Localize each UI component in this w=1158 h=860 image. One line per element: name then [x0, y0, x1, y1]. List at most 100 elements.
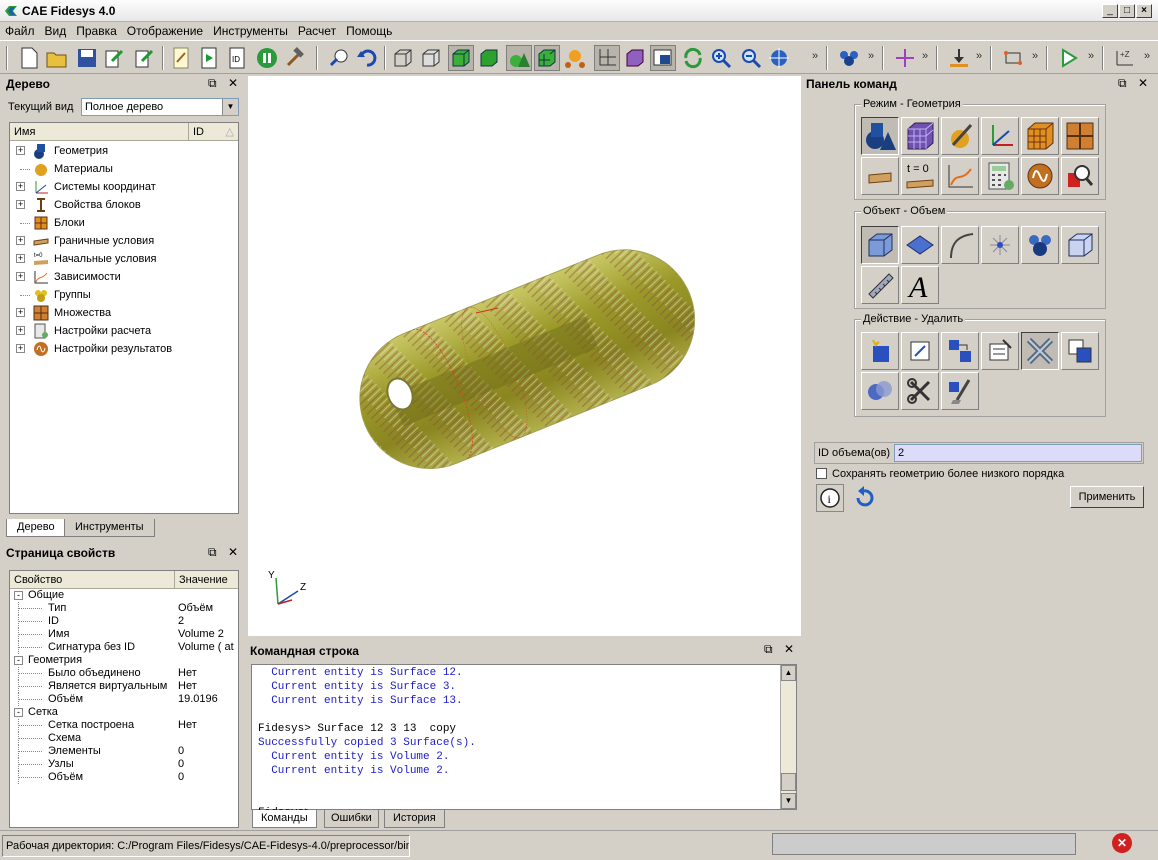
maximize-button[interactable]: □: [1119, 4, 1135, 18]
collapse-icon[interactable]: -: [14, 656, 23, 665]
hammer-icon[interactable]: [282, 45, 308, 71]
menu-calc[interactable]: Расчет: [293, 22, 341, 38]
object-group-icon[interactable]: [1021, 226, 1059, 264]
expand-icon[interactable]: +: [16, 272, 25, 281]
props-col-value[interactable]: Значение: [174, 571, 238, 589]
action-boolean-icon[interactable]: [861, 372, 899, 410]
tree-item[interactable]: + t=0 Начальные условия: [10, 250, 238, 268]
fit-view-icon[interactable]: [766, 45, 792, 71]
menu-help[interactable]: Помощь: [341, 22, 397, 38]
mode-boundary-icon[interactable]: [861, 157, 899, 195]
tree-item[interactable]: + Множества: [10, 304, 238, 322]
mode-initial-icon[interactable]: t = 0: [901, 157, 939, 195]
property-row[interactable]: Объём 19.0196: [10, 693, 238, 706]
run-calc-icon[interactable]: [1056, 45, 1082, 71]
cmd-close-button[interactable]: ✕: [784, 642, 794, 656]
zoom-in-icon[interactable]: [708, 45, 734, 71]
tree-item[interactable]: + Системы координат: [10, 178, 238, 196]
minimize-button[interactable]: _: [1102, 4, 1118, 18]
action-transform-icon[interactable]: [941, 332, 979, 370]
property-row[interactable]: Схема: [10, 732, 238, 745]
load-icon[interactable]: [946, 45, 972, 71]
reset-icon[interactable]: [852, 486, 876, 510]
rotate-icon[interactable]: [680, 45, 706, 71]
mesh-visibility-icon[interactable]: [534, 45, 560, 71]
object-vertex-icon[interactable]: [981, 226, 1019, 264]
run-script-icon[interactable]: [196, 45, 222, 71]
tree-float-button[interactable]: ⧉: [208, 76, 217, 91]
shaded-cube-icon[interactable]: [448, 45, 474, 71]
tree-item[interactable]: + Настройки расчета: [10, 322, 238, 340]
geometry-visibility-icon[interactable]: [506, 45, 532, 71]
cmd-scrollbar[interactable]: ▲ ▼: [780, 665, 796, 809]
property-row[interactable]: - Геометрия: [10, 654, 238, 667]
props-float-button[interactable]: ⧉: [208, 545, 217, 560]
tree-item[interactable]: + Геометрия: [10, 142, 238, 160]
property-row[interactable]: - Общие: [10, 589, 238, 602]
pause-icon[interactable]: [254, 45, 280, 71]
axes-z-icon[interactable]: +Z: [1112, 45, 1138, 71]
menu-display[interactable]: Отображение: [122, 22, 208, 38]
expand-icon[interactable]: +: [16, 200, 25, 209]
expand-icon[interactable]: +: [16, 308, 25, 317]
purple-box-icon[interactable]: [622, 45, 648, 71]
object-surface-icon[interactable]: [901, 226, 939, 264]
tree-item[interactable]: Блоки: [10, 214, 238, 232]
wireframe-cube-icon[interactable]: [390, 45, 416, 71]
tab-commands[interactable]: Команды: [252, 810, 317, 828]
stop-icon[interactable]: ✕: [1112, 833, 1132, 853]
mode-material-icon[interactable]: [941, 117, 979, 155]
expand-icon[interactable]: +: [16, 182, 25, 191]
tab-errors[interactable]: Ошибки: [324, 810, 379, 828]
action-delete-icon[interactable]: [1021, 332, 1059, 370]
menu-edit[interactable]: Правка: [71, 22, 122, 38]
edit-script-icon[interactable]: [168, 45, 194, 71]
keep-geometry-checkbox[interactable]: [816, 468, 827, 479]
action-modify-icon[interactable]: [901, 332, 939, 370]
property-row[interactable]: Имя Volume 2: [10, 628, 238, 641]
command-output[interactable]: Current entity is Surface 12. Current en…: [251, 664, 797, 819]
property-row[interactable]: Является виртуальным Нет: [10, 680, 238, 693]
mode-functions-icon[interactable]: [941, 157, 979, 195]
volume-id-input[interactable]: 2: [894, 444, 1142, 462]
tree-col-id[interactable]: ID △: [188, 123, 238, 141]
action-split-icon[interactable]: [901, 372, 939, 410]
tab-tree[interactable]: Дерево: [6, 519, 66, 537]
info-icon[interactable]: i: [816, 484, 844, 512]
menu-file[interactable]: Файл: [0, 22, 40, 38]
hidden-line-cube-icon[interactable]: [418, 45, 444, 71]
object-body-icon[interactable]: [1061, 226, 1099, 264]
tab-tools[interactable]: Инструменты: [64, 519, 155, 537]
close-button[interactable]: ×: [1136, 4, 1152, 18]
new-file-icon[interactable]: [16, 45, 42, 71]
menu-view[interactable]: Вид: [40, 22, 72, 38]
object-volume-icon[interactable]: [861, 226, 899, 264]
tree-item[interactable]: + Свойства блоков: [10, 196, 238, 214]
undo-view-icon[interactable]: [326, 45, 352, 71]
mode-calc-settings-icon[interactable]: [981, 157, 1019, 195]
mode-coordinates-icon[interactable]: [981, 117, 1019, 155]
collapse-icon[interactable]: -: [14, 591, 23, 600]
mode-results-icon[interactable]: [1021, 157, 1059, 195]
property-row[interactable]: Было объединено Нет: [10, 667, 238, 680]
property-row[interactable]: Элементы 0: [10, 745, 238, 758]
undo-icon[interactable]: [354, 45, 380, 71]
expand-icon[interactable]: +: [16, 254, 25, 263]
property-row[interactable]: Сигнатура без ID Volume ( at: [10, 641, 238, 654]
action-cleanup-icon[interactable]: [941, 372, 979, 410]
expand-icon[interactable]: +: [16, 344, 25, 353]
tree-item[interactable]: + Зависимости: [10, 268, 238, 286]
mode-inspect-icon[interactable]: [1061, 157, 1099, 195]
action-properties-icon[interactable]: [981, 332, 1019, 370]
tree-item[interactable]: Материалы: [10, 160, 238, 178]
cylinder-model[interactable]: Y Z: [248, 76, 801, 636]
cp-float-button[interactable]: ⧉: [1118, 76, 1127, 91]
property-row[interactable]: - Сетка: [10, 706, 238, 719]
property-row[interactable]: ID 2: [10, 615, 238, 628]
current-view-select[interactable]: Полное дерево ▼: [81, 98, 239, 116]
expand-icon[interactable]: +: [16, 326, 25, 335]
nodes-visibility-icon[interactable]: [562, 45, 588, 71]
object-ruler-icon[interactable]: [861, 266, 899, 304]
property-row[interactable]: Сетка построена Нет: [10, 719, 238, 732]
chevron-down-icon[interactable]: ▼: [222, 99, 238, 115]
